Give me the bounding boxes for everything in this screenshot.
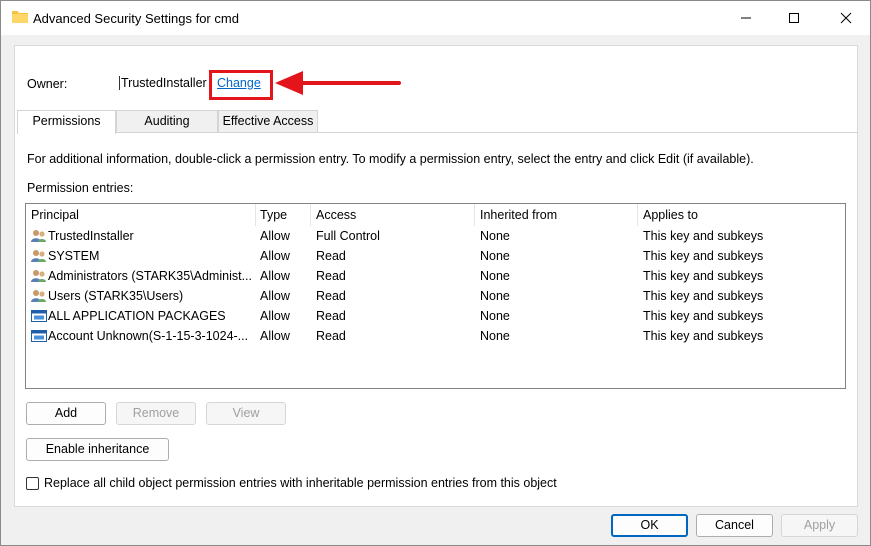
- inherited-cell: None: [480, 249, 510, 263]
- permission-entries-list[interactable]: Principal Type Access Inherited from App…: [25, 203, 846, 389]
- owner-value: TrustedInstaller: [119, 76, 207, 90]
- column-principal[interactable]: Principal: [31, 208, 79, 222]
- close-button[interactable]: [823, 1, 869, 35]
- column-inherited-from[interactable]: Inherited from: [480, 208, 557, 222]
- close-icon: [840, 12, 852, 24]
- applies-cell: This key and subkeys: [643, 289, 764, 303]
- type-cell: Allow: [260, 229, 290, 243]
- window-title: Advanced Security Settings for cmd: [33, 11, 239, 26]
- type-cell: Allow: [260, 309, 290, 323]
- replace-child-permissions-checkbox[interactable]: [26, 477, 39, 490]
- column-applies-to[interactable]: Applies to: [643, 208, 698, 222]
- principal-cell: TrustedInstaller: [48, 229, 134, 243]
- replace-child-permissions-label[interactable]: Replace all child object permission entr…: [44, 476, 557, 490]
- column-separator[interactable]: [310, 204, 311, 226]
- access-cell: Full Control: [316, 229, 380, 243]
- table-row[interactable]: SYSTEM Allow Read None This key and subk…: [26, 246, 845, 266]
- column-access[interactable]: Access: [316, 208, 356, 222]
- table-row[interactable]: Account Unknown(S-1-15-3-1024-... Allow …: [26, 326, 845, 346]
- tab-permissions[interactable]: Permissions: [17, 110, 116, 134]
- principal-cell: ALL APPLICATION PACKAGES: [48, 309, 226, 323]
- type-cell: Allow: [260, 289, 290, 303]
- column-separator[interactable]: [255, 204, 256, 226]
- add-button[interactable]: Add: [26, 402, 106, 425]
- inherited-cell: None: [480, 309, 510, 323]
- principal-cell: Administrators (STARK35\Administ...: [48, 269, 252, 283]
- arrow-left-icon: [275, 71, 401, 95]
- inherited-cell: None: [480, 229, 510, 243]
- user-group-icon: [31, 229, 47, 243]
- minimize-icon: [741, 17, 751, 19]
- applies-cell: This key and subkeys: [643, 229, 764, 243]
- folder-icon: [12, 10, 28, 24]
- tab-divider: [115, 132, 858, 133]
- type-cell: Allow: [260, 249, 290, 263]
- inherited-cell: None: [480, 289, 510, 303]
- list-header: Principal Type Access Inherited from App…: [26, 204, 845, 226]
- table-row[interactable]: Administrators (STARK35\Administ... Allo…: [26, 266, 845, 286]
- access-cell: Read: [316, 329, 346, 343]
- title-bar[interactable]: Advanced Security Settings for cmd: [1, 1, 870, 35]
- table-row[interactable]: Users (STARK35\Users) Allow Read None Th…: [26, 286, 845, 306]
- principal-cell: Users (STARK35\Users): [48, 289, 184, 303]
- user-group-icon: [31, 249, 47, 263]
- app-package-icon: [31, 329, 47, 343]
- tab-auditing[interactable]: Auditing: [116, 110, 218, 133]
- permission-entries-label: Permission entries:: [27, 181, 134, 195]
- enable-inheritance-button[interactable]: Enable inheritance: [26, 438, 169, 461]
- access-cell: Read: [316, 249, 346, 263]
- table-row[interactable]: TrustedInstaller Allow Full Control None…: [26, 226, 845, 246]
- view-button[interactable]: View: [206, 402, 286, 425]
- applies-cell: This key and subkeys: [643, 329, 764, 343]
- access-cell: Read: [316, 269, 346, 283]
- access-cell: Read: [316, 309, 346, 323]
- ok-button[interactable]: OK: [611, 514, 688, 537]
- principal-cell: SYSTEM: [48, 249, 100, 263]
- table-row[interactable]: ALL APPLICATION PACKAGES Allow Read None…: [26, 306, 845, 326]
- app-package-icon: [31, 309, 47, 323]
- applies-cell: This key and subkeys: [643, 249, 764, 263]
- maximize-button[interactable]: [771, 1, 817, 35]
- inherited-cell: None: [480, 269, 510, 283]
- column-type[interactable]: Type: [260, 208, 287, 222]
- owner-label: Owner:: [27, 77, 68, 91]
- minimize-button[interactable]: [723, 1, 769, 35]
- access-cell: Read: [316, 289, 346, 303]
- cancel-button[interactable]: Cancel: [696, 514, 773, 537]
- advanced-security-settings-window: Advanced Security Settings for cmd Owner…: [0, 0, 871, 546]
- inherited-cell: None: [480, 329, 510, 343]
- tab-effective-access[interactable]: Effective Access: [218, 110, 318, 133]
- applies-cell: This key and subkeys: [643, 269, 764, 283]
- principal-cell: Account Unknown(S-1-15-3-1024-...: [48, 329, 249, 343]
- maximize-icon: [789, 13, 799, 23]
- user-group-icon: [31, 289, 47, 303]
- main-panel: Owner: TrustedInstaller Change Permissio…: [14, 45, 858, 507]
- type-cell: Allow: [260, 269, 290, 283]
- apply-button[interactable]: Apply: [781, 514, 858, 537]
- column-separator[interactable]: [637, 204, 638, 226]
- info-text: For additional information, double-click…: [27, 152, 754, 166]
- highlight-box: [209, 70, 273, 100]
- type-cell: Allow: [260, 329, 290, 343]
- remove-button[interactable]: Remove: [116, 402, 196, 425]
- column-separator[interactable]: [474, 204, 475, 226]
- applies-cell: This key and subkeys: [643, 309, 764, 323]
- user-group-icon: [31, 269, 47, 283]
